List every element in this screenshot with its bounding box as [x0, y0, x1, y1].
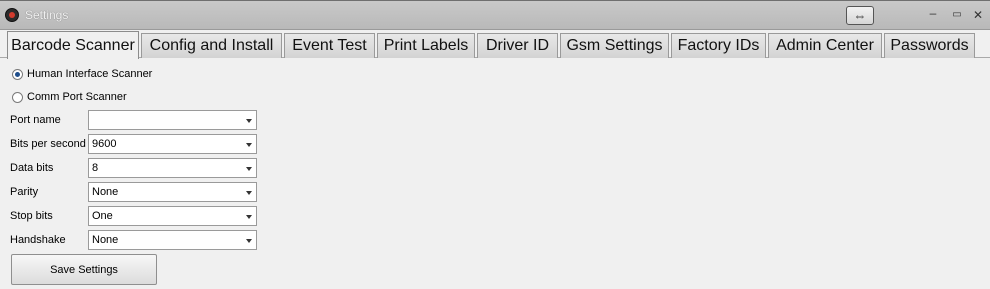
- title-bar-edge: [0, 0, 990, 1]
- parity-select[interactable]: None: [88, 182, 257, 202]
- chevron-down-icon[interactable]: [246, 239, 252, 243]
- bits-per-second-label: Bits per second: [10, 138, 86, 150]
- tab-print-labels[interactable]: Print Labels: [377, 33, 475, 58]
- radio-human-interface-scanner[interactable]: Human Interface Scanner: [12, 68, 152, 80]
- stop-bits-select[interactable]: One: [88, 206, 257, 226]
- chevron-down-icon[interactable]: [246, 191, 252, 195]
- handshake-label: Handshake: [10, 234, 66, 246]
- window-title: Settings: [25, 8, 69, 22]
- port-name-select[interactable]: [88, 110, 257, 130]
- save-settings-button[interactable]: Save Settings: [11, 254, 157, 285]
- chevron-down-icon[interactable]: [246, 215, 252, 219]
- parity-value: None: [92, 186, 119, 198]
- parity-label: Parity: [10, 186, 39, 198]
- tab-event-test[interactable]: Event Test: [284, 33, 375, 58]
- radio-comm-port-scanner[interactable]: Comm Port Scanner: [12, 91, 127, 103]
- chevron-down-icon[interactable]: [246, 143, 252, 147]
- tab-gsm-settings[interactable]: Gsm Settings: [560, 33, 669, 58]
- resize-arrows-icon[interactable]: ⇔: [846, 6, 874, 25]
- handshake-select[interactable]: None: [88, 230, 257, 250]
- radio-button-checked[interactable]: [12, 68, 23, 80]
- tab-barcode-scanner[interactable]: Barcode Scanner: [7, 31, 139, 59]
- minimize-icon[interactable]: –: [924, 6, 942, 20]
- radio-button[interactable]: [12, 91, 23, 103]
- stop-bits-label: Stop bits: [10, 210, 53, 222]
- tab-driver-id[interactable]: Driver ID: [477, 33, 558, 58]
- radio-label: Comm Port Scanner: [27, 91, 127, 103]
- stop-bits-value: One: [92, 210, 113, 222]
- data-bits-value: 8: [92, 162, 99, 174]
- title-bar: Settings ⇔ – ▭ ✕: [0, 0, 990, 30]
- tab-factory-ids[interactable]: Factory IDs: [671, 33, 766, 58]
- chevron-down-icon[interactable]: [246, 119, 252, 123]
- maximize-icon[interactable]: ▭: [948, 9, 966, 20]
- handshake-value: None: [92, 234, 119, 246]
- tab-admin-center[interactable]: Admin Center: [768, 33, 882, 58]
- app-logo-icon: [5, 8, 19, 22]
- close-icon[interactable]: ✕: [969, 8, 987, 22]
- tab-passwords[interactable]: Passwords: [884, 33, 975, 58]
- bits-per-second-value: 9600: [92, 138, 117, 150]
- port-name-label: Port name: [10, 114, 61, 126]
- data-bits-select[interactable]: 8: [88, 158, 257, 178]
- radio-label: Human Interface Scanner: [27, 68, 153, 80]
- data-bits-label: Data bits: [10, 162, 54, 174]
- chevron-down-icon[interactable]: [246, 167, 252, 171]
- bits-per-second-select[interactable]: 9600: [88, 134, 257, 154]
- tab-config-and-install[interactable]: Config and Install: [141, 33, 282, 58]
